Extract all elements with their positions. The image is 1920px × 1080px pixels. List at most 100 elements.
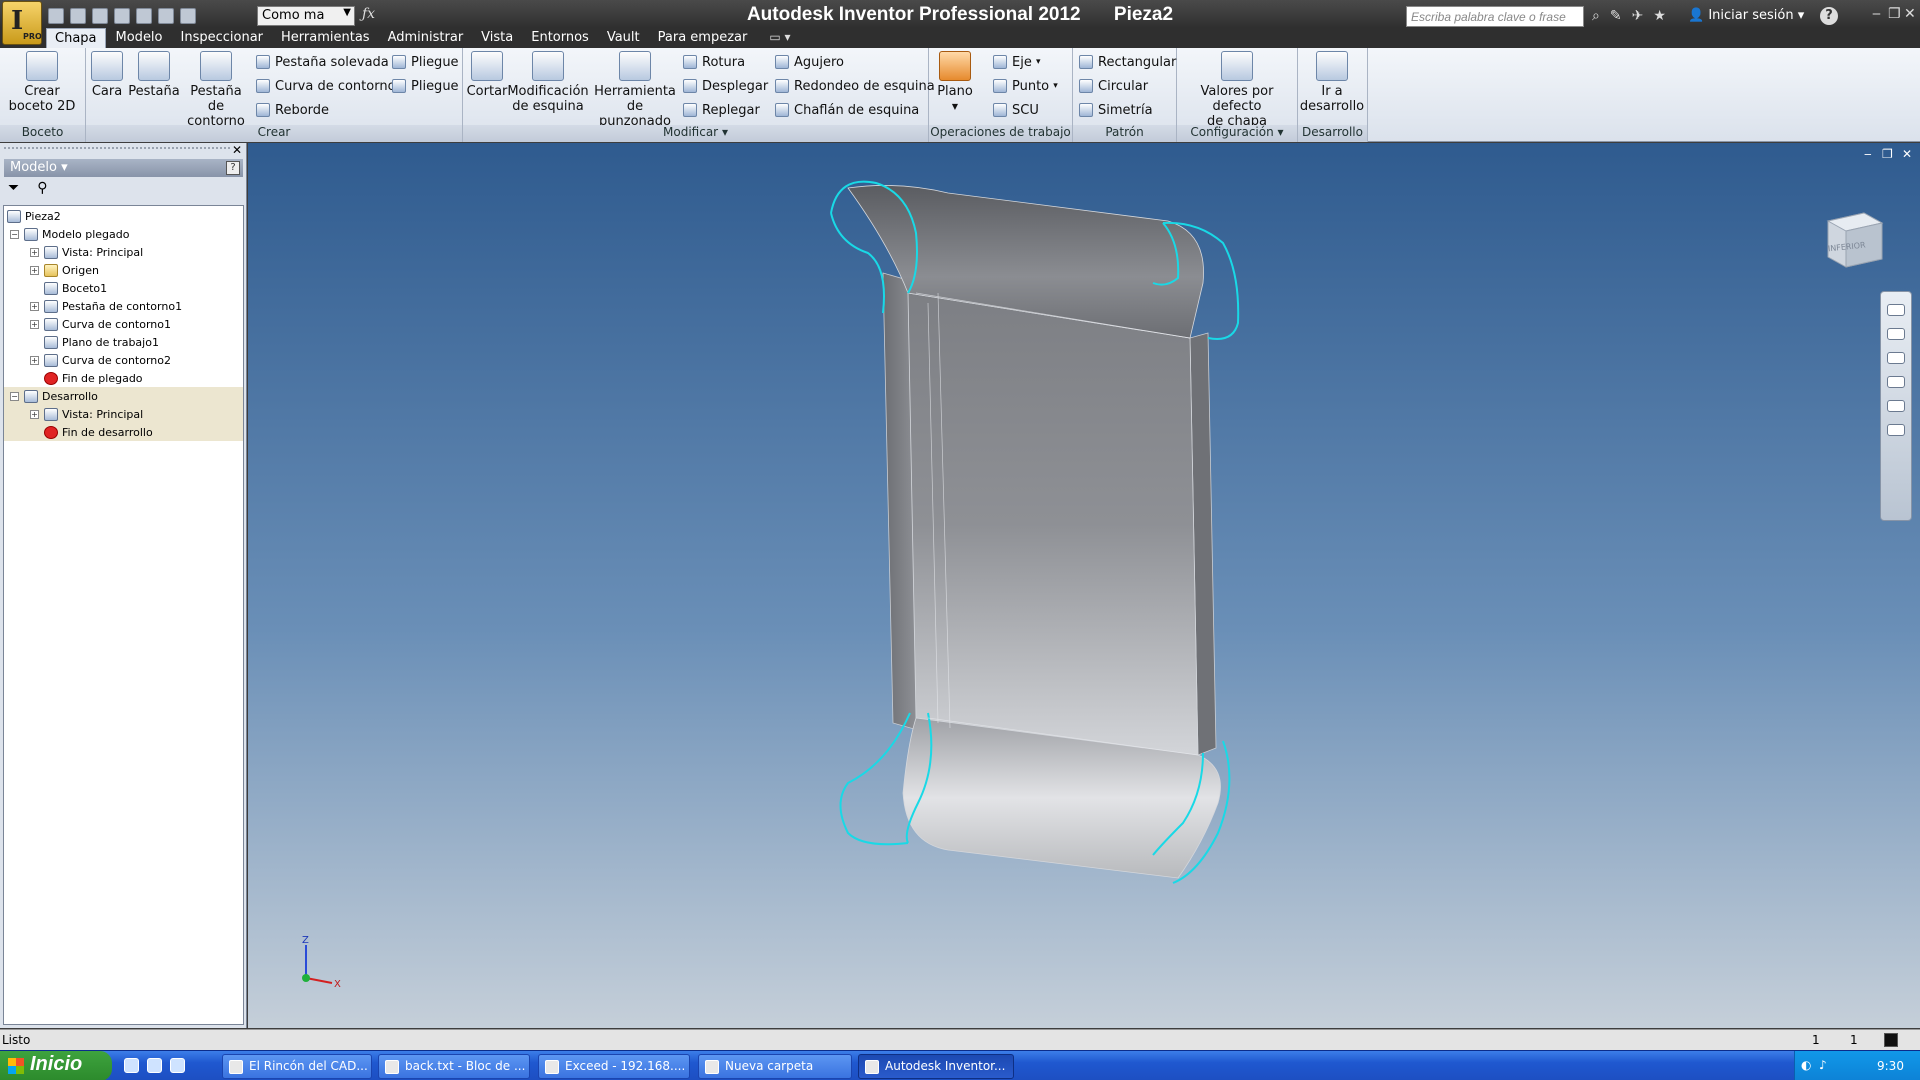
tree-node-pestana-contorno1[interactable]: + Pestaña de contorno1 [30,297,182,315]
save-icon[interactable] [92,8,108,24]
close-icon[interactable]: ✕ [1904,6,1916,22]
refold-button[interactable]: Replegar [683,101,760,119]
hem-button[interactable]: Reborde [256,101,329,119]
contour-flange-button[interactable]: Pestaña de contorno [178,51,254,129]
look-at-icon[interactable] [1887,400,1905,412]
corner-modification-button[interactable]: Modificación de esquina [507,51,589,114]
expand-icon[interactable]: + [30,355,39,365]
wrench-icon[interactable]: ✎ [1610,8,1622,24]
collapse-icon[interactable]: − [10,229,19,239]
panel-modificar-label[interactable]: Modificar ▾ [463,125,928,142]
update-icon[interactable] [180,8,196,24]
tree-node-curva-contorno2[interactable]: + Curva de contorno2 [30,351,171,369]
tree-node-boceto1[interactable]: Boceto1 [44,279,107,297]
help-search-input[interactable]: Escriba palabra clave o frase [1406,6,1584,27]
hole-button[interactable]: Agujero [775,53,844,71]
corner-chamfer-button[interactable]: Chaflán de esquina [775,101,919,119]
tab-vault[interactable]: Vault [599,28,648,48]
sheet-metal-part-model[interactable] [248,143,1920,1028]
fold-button[interactable]: Pliegue [392,53,459,71]
tab-herramientas[interactable]: Herramientas [273,28,378,48]
tree-node-fin-plegado[interactable]: Fin de plegado [44,369,143,387]
start-button[interactable]: Inicio [0,1051,112,1080]
help-icon[interactable]: ? [226,161,240,175]
return-icon[interactable] [158,8,174,24]
expand-icon[interactable]: + [30,265,39,275]
binoculars-icon[interactable]: ⌕ [1592,8,1600,24]
tree-node-vista-principal[interactable]: + Vista: Principal [30,243,143,261]
network-icon[interactable]: ◐ [1801,1058,1811,1072]
favorites-star-icon[interactable]: ★ [1653,8,1666,24]
subscription-icon[interactable]: ✈ [1632,8,1644,24]
mirror-button[interactable]: Simetría [1079,101,1153,119]
appearance-combo[interactable]: Como ma ▼ [257,6,355,26]
create-2d-sketch-button[interactable]: Crear boceto 2D [6,51,78,114]
restore-icon[interactable]: ❐ [1888,6,1901,22]
parameters-fx-icon[interactable]: ƒx [362,6,375,22]
outlook-icon[interactable] [170,1058,185,1073]
tree-node-vista-principal-2[interactable]: + Vista: Principal [4,405,243,423]
open-file-icon[interactable] [70,8,86,24]
sheet-metal-defaults-button[interactable]: Valores por defecto de chapa [1177,51,1297,129]
ribbon-display-options-icon[interactable]: ▭ ▾ [769,28,790,48]
panel-configuracion-label[interactable]: Configuración ▾ [1177,125,1297,142]
taskbar-button-firefox[interactable]: El Rincón del CAD... [222,1054,372,1079]
tree-node-plano-trabajo1[interactable]: Plano de trabajo1 [44,333,159,351]
zoom-icon[interactable] [1887,352,1905,364]
expand-icon[interactable]: + [30,409,39,419]
expand-icon[interactable]: + [30,301,39,311]
pan-icon[interactable] [1887,328,1905,340]
axis-button[interactable]: Eje ▾ [993,53,1041,71]
plane-button[interactable]: Plano ▼ [933,51,977,114]
tab-administrar[interactable]: Administrar [380,28,472,48]
taskbar-button-folder[interactable]: Nueva carpeta [698,1054,852,1079]
expand-icon[interactable]: + [30,319,39,329]
bend-button[interactable]: Pliegue [392,77,459,95]
point-button[interactable]: Punto ▾ [993,77,1058,95]
circular-pattern-button[interactable]: Circular [1079,77,1148,95]
redo-icon[interactable] [136,8,152,24]
tree-node-fin-desarrollo[interactable]: Fin de desarrollo [4,423,243,441]
unfold-button[interactable]: Desplegar [683,77,768,95]
tab-modelo[interactable]: Modelo [108,28,171,48]
collapse-icon[interactable]: − [10,391,19,401]
tree-node-desarrollo[interactable]: − Desarrollo [4,387,243,405]
sign-in-button[interactable]: 👤 Iniciar sesión ▾ [1688,8,1804,23]
taskbar-button-exceed[interactable]: Exceed - 192.168.... [538,1054,690,1079]
taskbar-button-notepad[interactable]: back.txt - Bloc de ... [378,1054,530,1079]
contour-roll-button[interactable]: Curva de contorno [256,77,396,95]
browser-header[interactable]: Modelo ▾ ? [4,159,243,177]
tab-para-empezar[interactable]: Para empezar [650,28,756,48]
tab-chapa[interactable]: Chapa [46,28,106,48]
face-button[interactable]: Cara [88,51,126,99]
tab-vista[interactable]: Vista [473,28,521,48]
tree-node-origen[interactable]: + Origen [30,261,99,279]
tab-entornos[interactable]: Entornos [523,28,597,48]
rectangular-pattern-button[interactable]: Rectangular [1079,53,1176,71]
minimize-icon[interactable]: ‒ [1872,6,1881,22]
tab-inspeccionar[interactable]: Inspeccionar [173,28,272,48]
view-face-icon[interactable] [1887,424,1905,436]
close-icon[interactable]: ✕ [232,143,242,157]
find-binoculars-icon[interactable]: ⚲ [37,180,47,200]
tree-node-curva-contorno1[interactable]: + Curva de contorno1 [30,315,171,333]
flange-button[interactable]: Pestaña [126,51,182,99]
application-menu-button[interactable]: I PRO [2,1,42,45]
graphics-viewport[interactable]: ‒ ❐ ✕ INFERIOR Z X [248,143,1920,1028]
corner-round-button[interactable]: Redondeo de esquina [775,77,935,95]
ucs-button[interactable]: SCU [993,101,1039,119]
volume-icon[interactable]: ♪ [1819,1058,1827,1072]
tree-node-modelo-plegado[interactable]: − Modelo plegado [10,225,130,243]
pane-grip[interactable] [4,147,230,153]
go-to-flat-pattern-button[interactable]: Ir a desarrollo [1298,51,1366,114]
punch-tool-button[interactable]: Herramienta de punzonado [585,51,685,129]
new-file-icon[interactable] [48,8,64,24]
undo-icon[interactable] [114,8,130,24]
internet-explorer-icon[interactable] [124,1058,139,1073]
orbit-icon[interactable] [1887,376,1905,388]
cut-button[interactable]: Cortar [465,51,509,99]
clock[interactable]: 9:30 [1877,1059,1904,1073]
explorer-folder-icon[interactable] [147,1058,162,1073]
rip-button[interactable]: Rotura [683,53,745,71]
expand-icon[interactable]: + [30,247,39,257]
